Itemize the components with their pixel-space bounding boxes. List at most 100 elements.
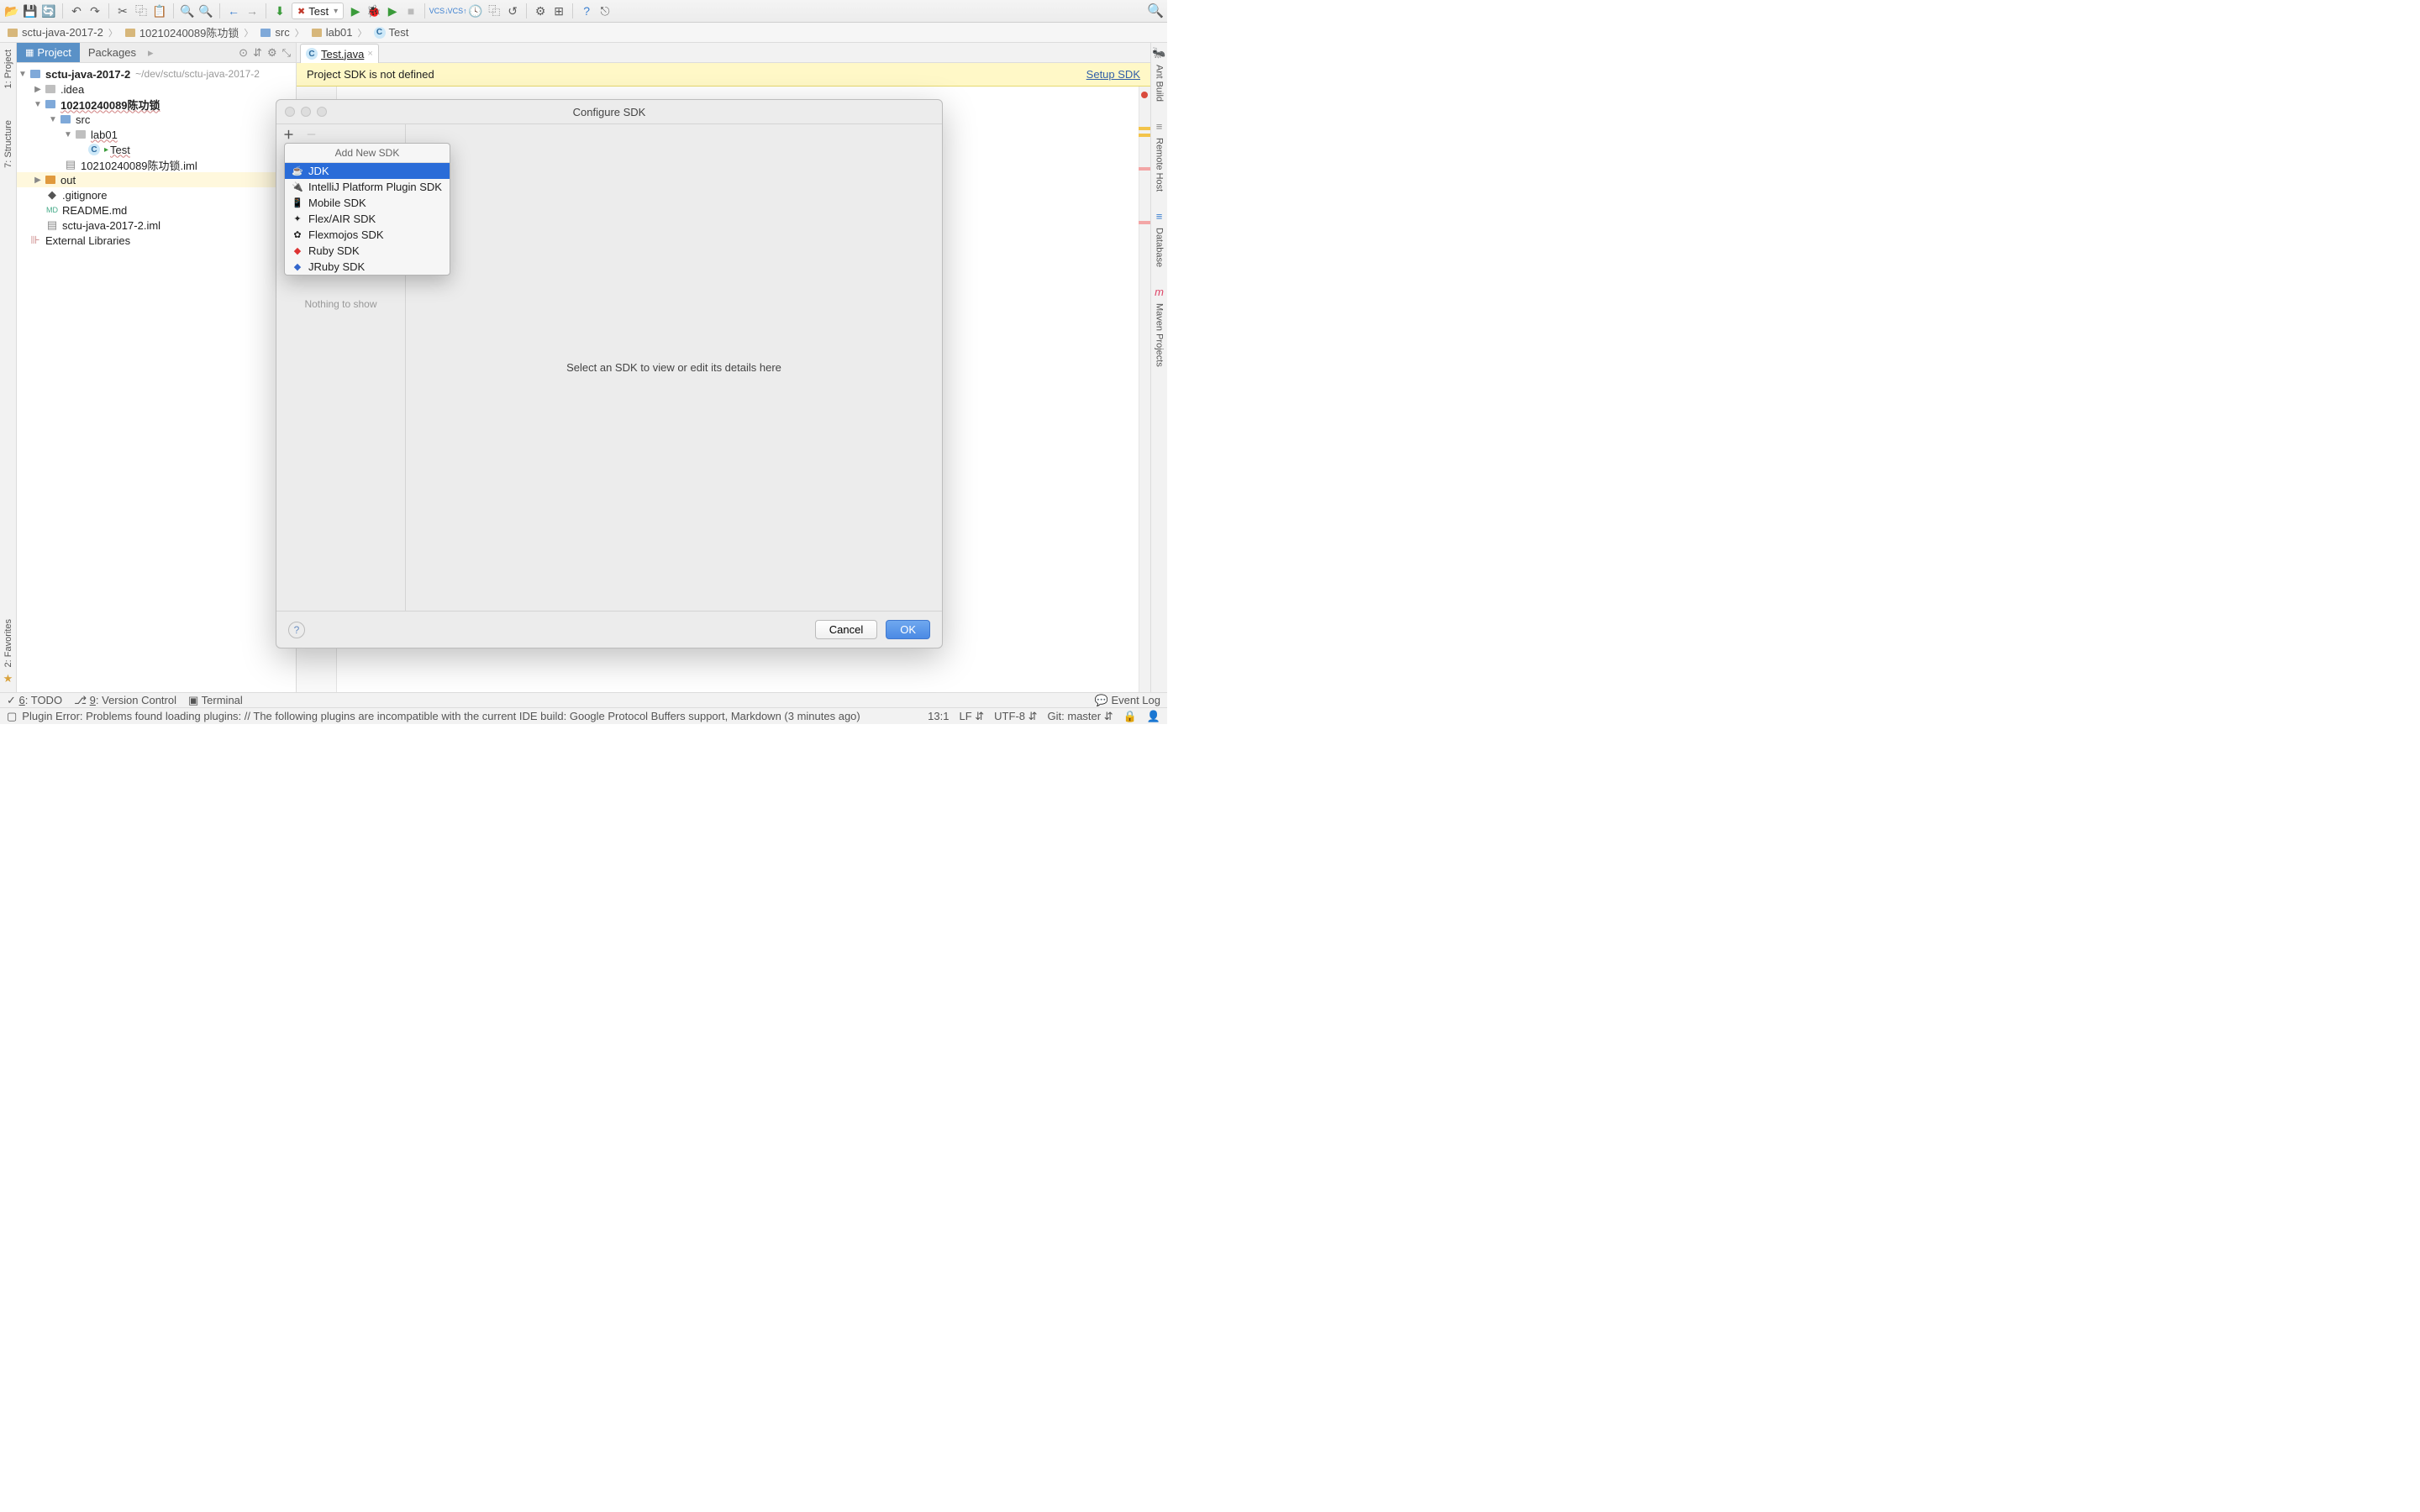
rail-project[interactable]: 1: Project (3, 46, 13, 92)
tree-node-iml[interactable]: ▤ 10210240089陈功锁.iml (17, 157, 296, 172)
zoom-dot[interactable] (317, 107, 327, 117)
tree-node-rootiml[interactable]: ▤ sctu-java-2017-2.iml (17, 218, 296, 233)
rail-database[interactable]: ≡ Database (1155, 210, 1165, 270)
breadcrumb-item[interactable]: 10210240089陈功锁 〉 (121, 23, 257, 42)
popup-item-flexmojos-sdk[interactable]: ✿ Flexmojos SDK (285, 227, 450, 243)
tree-node-src[interactable]: ▼ src (17, 112, 296, 127)
caret-position[interactable]: 13:1 (928, 710, 949, 722)
remove-sdk-button[interactable]: － (306, 126, 317, 142)
warning-mark[interactable] (1139, 134, 1150, 137)
undo-icon[interactable]: ↶ (70, 4, 83, 18)
exit-icon[interactable]: ⎋ (598, 4, 612, 18)
rail-ant-build[interactable]: 🐜 Ant Build (1152, 46, 1165, 105)
stop-icon[interactable]: ■ (404, 4, 418, 18)
breadcrumb-item[interactable]: sctu-java-2017-2 〉 (3, 23, 121, 42)
git-branch[interactable]: Git: master ⇵ (1048, 710, 1113, 723)
close-tab-icon[interactable]: × (367, 49, 372, 59)
structure-icon[interactable]: ⊞ (552, 4, 566, 18)
minimize-dot[interactable] (301, 107, 311, 117)
window-controls[interactable] (285, 107, 327, 117)
cut-icon[interactable]: ✂ (116, 4, 129, 18)
tab-project[interactable]: ▦ Project (17, 43, 80, 62)
tool-todo[interactable]: ✓ 66: TODO: TODO (7, 694, 62, 707)
back-icon[interactable]: ← (227, 4, 240, 18)
ok-button[interactable]: OK (886, 620, 930, 639)
chevron-right-icon: 〉 (244, 26, 253, 39)
breadcrumb-item[interactable]: lab01 〉 (308, 23, 371, 42)
sync-icon[interactable]: 🔄 (42, 4, 55, 18)
lock-icon[interactable]: 🔒 (1123, 710, 1137, 723)
zoom-replace-icon[interactable]: 🔍 (199, 4, 213, 18)
help-button[interactable]: ? (288, 622, 305, 638)
popup-item-flex-air-sdk[interactable]: ✦ Flex/AIR SDK (285, 211, 450, 227)
error-mark[interactable] (1139, 167, 1150, 171)
tool-terminal[interactable]: ▣ Terminal (188, 694, 243, 707)
help-icon[interactable]: ? (580, 4, 593, 18)
cancel-button[interactable]: Cancel (815, 620, 877, 639)
diff-icon[interactable]: ⿻ (487, 4, 501, 18)
breadcrumb-label: Test (389, 26, 409, 39)
hide-icon[interactable]: ⤡ (282, 46, 291, 60)
popup-item-jdk[interactable]: ☕ JDK (285, 163, 450, 179)
add-sdk-button[interactable]: ＋ (283, 126, 294, 142)
save-icon[interactable]: 💾 (24, 4, 37, 18)
forward-icon[interactable]: → (245, 4, 259, 18)
popup-item-jruby-sdk[interactable]: ◆ JRuby SDK (285, 259, 450, 275)
zoom-in-icon[interactable]: 🔍 (181, 4, 194, 18)
chevron-right-icon[interactable]: ▸ (145, 46, 157, 60)
paste-icon[interactable]: 📋 (153, 4, 166, 18)
error-indicator-icon (1141, 92, 1148, 98)
run-config-selector[interactable]: ✖ Test ▾ (292, 3, 344, 19)
vcs-update-icon[interactable]: VCS↓ (432, 4, 445, 18)
rail-remote-host[interactable]: ≡ Remote Host (1155, 120, 1165, 195)
history-icon[interactable]: 🕓 (469, 4, 482, 18)
file-encoding[interactable]: UTF-8 ⇵ (994, 710, 1037, 723)
run-icon[interactable]: ▶ (349, 4, 362, 18)
tool-version-control[interactable]: ⎇ 9: Version Control (74, 694, 176, 707)
tree-node-gitignore[interactable]: ◆ .gitignore (17, 187, 296, 202)
revert-icon[interactable]: ↺ (506, 4, 519, 18)
rail-structure[interactable]: 7: Structure (3, 117, 13, 171)
popup-item-intellij-plugin-sdk[interactable]: 🔌 IntelliJ Platform Plugin SDK (285, 179, 450, 195)
redo-icon[interactable]: ↷ (88, 4, 102, 18)
tree-node-readme[interactable]: MD README.md (17, 202, 296, 218)
open-icon[interactable]: 📂 (5, 4, 18, 18)
tree-node-out[interactable]: ▶ out (17, 172, 296, 187)
breadcrumb-item[interactable]: C Test (371, 23, 413, 42)
settings-icon[interactable]: ⚙ (534, 4, 547, 18)
tree-node-idea[interactable]: ▶ .idea (17, 81, 296, 97)
error-stripe[interactable] (1139, 87, 1150, 692)
collapse-icon[interactable]: ⊙ (239, 46, 248, 60)
tree-node-student[interactable]: ▼ 10210240089陈功锁 (17, 97, 296, 112)
build-icon[interactable]: ⬇ (273, 4, 287, 18)
coverage-icon[interactable]: ▶ (386, 4, 399, 18)
copy-icon[interactable]: ⿻ (134, 4, 148, 18)
rail-maven[interactable]: m Maven Projects (1155, 286, 1165, 370)
warning-mark[interactable] (1139, 127, 1150, 130)
tree-node-test[interactable]: C ▸ Test (17, 142, 296, 157)
tree-root[interactable]: ▼ sctu-java-2017-2 ~/dev/sctu/sctu-java-… (17, 66, 296, 81)
vcs-commit-icon[interactable]: VCS↑ (450, 4, 464, 18)
breadcrumb-item[interactable]: src 〉 (256, 23, 307, 42)
hector-icon[interactable]: 👤 (1147, 710, 1160, 723)
tree-node-external-libs[interactable]: ⊪ External Libraries (17, 233, 296, 248)
event-log-button[interactable]: 💬 Event Log (1095, 694, 1160, 707)
setup-sdk-link[interactable]: Setup SDK (1086, 68, 1140, 81)
expand-icon[interactable]: ⇵ (253, 46, 262, 60)
rail-favorites[interactable]: 2: Favorites ★ (3, 616, 13, 685)
tab-packages[interactable]: Packages (80, 43, 145, 62)
status-icon[interactable]: ▢ (7, 710, 17, 723)
dialog-titlebar[interactable]: Configure SDK (276, 100, 942, 123)
line-separator[interactable]: LF ⇵ (959, 710, 984, 723)
close-dot[interactable] (285, 107, 295, 117)
chevron-right-icon: 〉 (108, 26, 118, 39)
popup-item-mobile-sdk[interactable]: 📱 Mobile SDK (285, 195, 450, 211)
search-everywhere-icon[interactable]: 🔍 (1149, 4, 1162, 18)
tree-node-lab01[interactable]: ▼ lab01 (17, 127, 296, 142)
popup-item-ruby-sdk[interactable]: ◆ Ruby SDK (285, 243, 450, 259)
gear-icon[interactable]: ⚙ (267, 46, 277, 60)
debug-icon[interactable]: 🐞 (367, 4, 381, 18)
project-tree[interactable]: ▼ sctu-java-2017-2 ~/dev/sctu/sctu-java-… (17, 63, 296, 692)
error-mark[interactable] (1139, 221, 1150, 224)
editor-tab-test[interactable]: C Test.java × (300, 44, 379, 63)
